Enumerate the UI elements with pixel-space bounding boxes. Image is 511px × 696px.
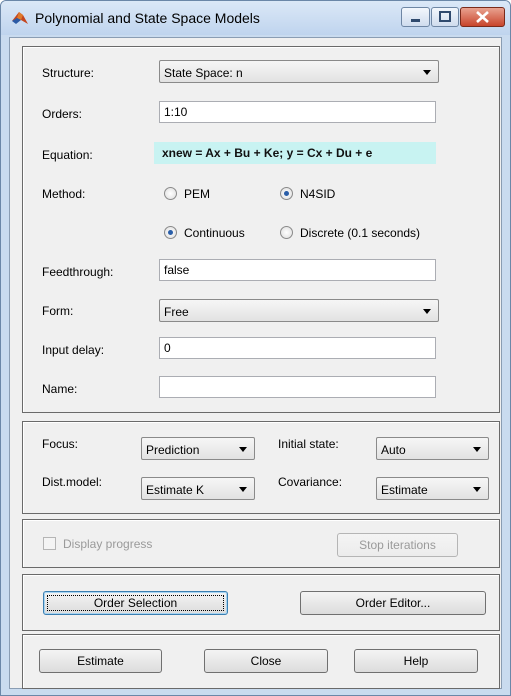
chevron-down-icon	[473, 447, 481, 452]
chevron-down-icon	[423, 309, 431, 314]
feedthrough-label: Feedthrough:	[42, 265, 114, 279]
minimize-icon	[411, 19, 420, 22]
dist-model-label: Dist.model:	[42, 475, 103, 489]
equation-display: xnew = Ax + Bu + Ke; y = Cx + Du + e	[154, 142, 436, 164]
window: Polynomial and State Space Models Struct…	[0, 0, 511, 696]
name-label: Name:	[42, 382, 78, 396]
input-delay-label: Input delay:	[42, 343, 105, 357]
method-n4sid-radio[interactable]	[280, 187, 293, 200]
covariance-value: Estimate	[381, 483, 428, 497]
structure-dropdown[interactable]: State Space: n	[159, 60, 439, 83]
dist-model-value: Estimate K	[146, 483, 205, 497]
form-dropdown[interactable]: Free	[159, 299, 439, 322]
radio-selected-dot	[284, 191, 289, 196]
close-button[interactable]: Close	[204, 649, 328, 673]
continuous-label: Continuous	[184, 226, 245, 240]
chevron-down-icon	[473, 487, 481, 492]
estimate-button[interactable]: Estimate	[39, 649, 162, 673]
covariance-dropdown[interactable]: Estimate	[376, 477, 489, 500]
focus-rectangle	[47, 595, 224, 611]
maximize-icon	[439, 11, 451, 22]
chevron-down-icon	[239, 447, 247, 452]
display-progress-checkbox[interactable]	[43, 537, 56, 550]
radio-selected-dot	[168, 230, 173, 235]
minimize-button[interactable]	[401, 7, 430, 27]
continuous-radio[interactable]	[164, 226, 177, 239]
title-bar[interactable]: Polynomial and State Space Models	[1, 1, 510, 35]
discrete-label: Discrete (0.1 seconds)	[300, 226, 421, 240]
feedthrough-input[interactable]: false	[159, 259, 436, 281]
maximize-button[interactable]	[431, 7, 459, 27]
chevron-down-icon	[239, 487, 247, 492]
structure-label: Structure:	[42, 66, 95, 80]
display-progress-label: Display progress	[63, 537, 153, 551]
help-button[interactable]: Help	[354, 649, 478, 673]
form-value: Free	[164, 305, 189, 319]
form-label: Form:	[42, 304, 74, 318]
method-pem-radio[interactable]	[164, 187, 177, 200]
structure-value: State Space: n	[164, 66, 243, 80]
equation-label: Equation:	[42, 148, 93, 162]
initial-state-value: Auto	[381, 443, 406, 457]
stop-iterations-button[interactable]: Stop iterations	[337, 533, 458, 557]
focus-value: Prediction	[146, 443, 200, 457]
order-editor-button[interactable]: Order Editor...	[300, 591, 486, 615]
orders-input[interactable]: 1:10	[159, 101, 436, 123]
orders-label: Orders:	[42, 107, 83, 121]
matlab-icon	[12, 12, 28, 24]
input-delay-input[interactable]: 0	[159, 337, 436, 359]
dist-model-dropdown[interactable]: Estimate K	[141, 477, 255, 500]
chevron-down-icon	[423, 70, 431, 75]
close-icon	[476, 11, 489, 23]
initial-state-dropdown[interactable]: Auto	[376, 437, 489, 460]
method-pem-label: PEM	[184, 187, 211, 201]
discrete-radio[interactable]	[280, 226, 293, 239]
focus-dropdown[interactable]: Prediction	[141, 437, 255, 460]
name-input[interactable]	[159, 376, 436, 398]
method-label: Method:	[42, 187, 86, 201]
method-n4sid-label: N4SID	[300, 187, 336, 201]
close-window-button[interactable]	[460, 7, 505, 27]
focus-label: Focus:	[42, 437, 79, 451]
covariance-label: Covariance:	[278, 475, 343, 489]
estimation-options-panel	[22, 421, 500, 514]
window-title: Polynomial and State Space Models	[35, 10, 260, 26]
order-selection-button[interactable]: Order Selection	[43, 591, 228, 615]
initial-state-label: Initial state:	[278, 437, 339, 451]
